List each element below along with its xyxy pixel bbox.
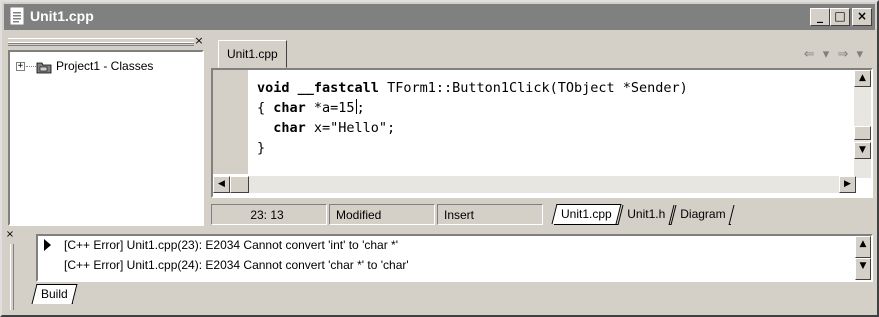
tree-item-project[interactable]: Project1 - Classes <box>56 59 153 73</box>
code-text-segment: } <box>257 140 266 156</box>
cursor-position: 23: 13 <box>211 204 327 225</box>
editor-tab-row: Unit1.cpp ⇐ ▾ ⇒ ▾ <box>211 38 873 68</box>
code-keyword: char <box>273 120 306 136</box>
close-button[interactable]: × <box>852 8 872 26</box>
back-arrow-icon[interactable]: ⇐ ▾ <box>804 47 832 62</box>
insert-mode-indicator: Insert <box>437 204 543 225</box>
panel-grip[interactable] <box>8 38 194 46</box>
history-nav: ⇐ ▾ ⇒ ▾ <box>804 47 865 62</box>
minimize-button[interactable]: _ <box>810 8 830 26</box>
tab-label: Build <box>41 287 68 301</box>
code-keyword: char <box>273 100 306 116</box>
message-item[interactable]: [C++ Error] Unit1.cpp(23): E2034 Cannot … <box>64 238 398 252</box>
code-text-segment: { <box>257 100 274 116</box>
editor-gutter[interactable] <box>213 70 249 174</box>
scroll-thumb[interactable] <box>854 126 871 140</box>
close-icon: × <box>194 34 204 47</box>
scroll-right-button[interactable]: ▶ <box>839 176 856 193</box>
tree-expand-button[interactable]: + <box>16 62 25 71</box>
maximize-button[interactable]: □ <box>830 8 850 26</box>
message-item[interactable]: [C++ Error] Unit1.cpp(24): E2034 Cannot … <box>64 258 409 272</box>
scroll-down-button[interactable]: ▼ <box>854 142 871 159</box>
class-explorer-tree[interactable]: + Project1 - Classes <box>8 50 204 226</box>
scroll-left-button[interactable]: ◀ <box>213 176 230 193</box>
window-title: Unit1.cpp <box>30 8 94 24</box>
message-close-button[interactable]: × <box>4 230 16 242</box>
file-tabs: Unit1.cpp Unit1.h Diagram <box>551 204 736 225</box>
code-text[interactable]: void __fastcall TForm1::Button1Click(TOb… <box>257 78 688 158</box>
tab-unit1-cpp-bottom[interactable]: Unit1.cpp <box>551 204 622 224</box>
scroll-thumb-h[interactable] <box>230 176 249 193</box>
message-grip[interactable] <box>10 244 14 310</box>
document-icon <box>10 7 24 25</box>
tree-connector <box>26 66 36 67</box>
horizontal-scrollbar[interactable]: ◀ ▶ <box>213 176 856 193</box>
code-keyword: __fastcall <box>297 80 379 96</box>
vertical-scrollbar[interactable]: ▲ ▼ <box>854 70 871 178</box>
title-bar[interactable]: Unit1.cpp _ □ × <box>4 4 875 30</box>
scroll-up-button[interactable]: ▲ <box>854 70 871 87</box>
modified-indicator: Modified <box>329 204 435 225</box>
tab-label: Diagram <box>680 207 727 221</box>
panel-close-button[interactable]: × <box>192 35 206 48</box>
code-text-segment: ; <box>356 100 365 116</box>
maximize-icon: □ <box>834 9 846 23</box>
arrow-down-icon: ▼ <box>859 145 866 155</box>
close-icon: × <box>5 229 15 240</box>
tab-label: Unit1.h <box>627 207 666 221</box>
code-text-segment <box>257 120 273 136</box>
message-view: × [C++ Error] Unit1.cpp(23): E2034 Canno… <box>4 230 875 313</box>
arrow-left-icon: ◀ <box>218 179 225 189</box>
code-editor[interactable]: void __fastcall TForm1::Button1Click(TOb… <box>211 68 873 198</box>
code-keyword: void <box>257 80 290 96</box>
close-icon: × <box>856 9 868 23</box>
tab-label: Unit1.cpp <box>561 207 612 221</box>
editor-status-bar: 23: 13 Modified Insert Unit1.cpp Unit1.h… <box>211 202 873 226</box>
message-tabs: Build <box>31 284 78 304</box>
minimize-icon: _ <box>817 9 823 23</box>
tab-unit1-h[interactable]: Unit1.h <box>617 205 675 225</box>
code-text-segment: x="Hello"; <box>305 120 396 136</box>
code-text-segment: TForm1::Button1Click(TObject *Sender) <box>378 80 688 96</box>
tab-diagram[interactable]: Diagram <box>670 205 736 225</box>
arrow-down-icon: ▼ <box>859 261 867 271</box>
arrow-up-icon: ▲ <box>859 239 867 249</box>
ide-window: Unit1.cpp _ □ × × + Project1 - Classes U… <box>0 0 879 317</box>
message-scroll-down[interactable]: ▼ <box>855 258 871 280</box>
message-scroll-up[interactable]: ▲ <box>855 236 871 258</box>
current-message-pointer-icon <box>44 239 51 251</box>
code-text-segment: *a=15 <box>305 100 355 116</box>
arrow-right-icon: ▶ <box>844 179 851 189</box>
project-folder-icon <box>36 62 52 74</box>
tab-unit1-cpp[interactable]: Unit1.cpp <box>218 40 287 68</box>
arrow-up-icon: ▲ <box>859 73 866 83</box>
message-list[interactable]: [C++ Error] Unit1.cpp(23): E2034 Cannot … <box>36 234 873 282</box>
tab-build[interactable]: Build <box>31 284 78 304</box>
forward-arrow-icon[interactable]: ⇒ ▾ <box>837 47 865 62</box>
